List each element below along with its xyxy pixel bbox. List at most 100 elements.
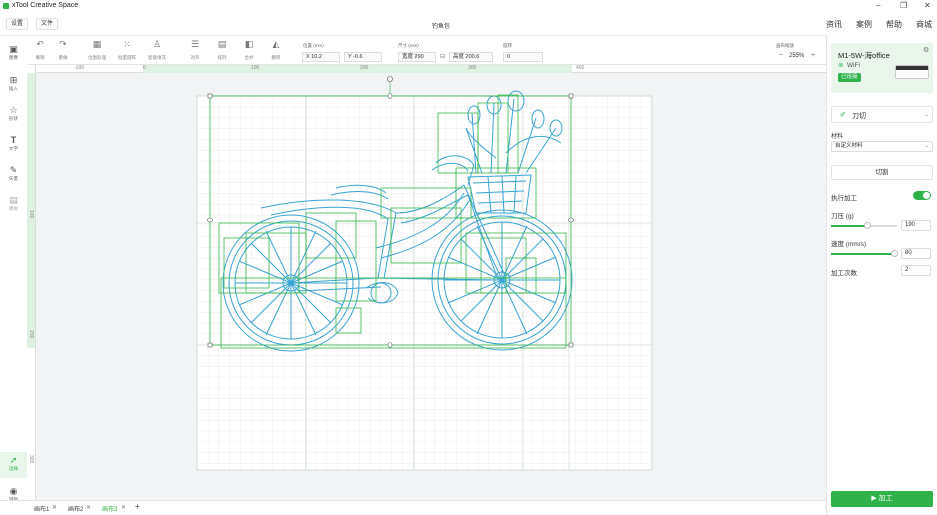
cut-tab[interactable]: 切割	[831, 165, 933, 180]
lock-ratio-icon[interactable]: ⊟	[440, 53, 445, 60]
device-name: M1-5W-海office	[838, 51, 890, 60]
resize-handle-tl[interactable]	[207, 93, 213, 99]
settings-gear-icon[interactable]: ⚙	[923, 46, 929, 54]
resize-handle-r[interactable]	[568, 217, 574, 223]
resize-handle-b[interactable]	[387, 342, 393, 348]
rotate-label: 旋转	[503, 43, 512, 48]
left-toolbar: ▣ 图像 ⊞ 插入 ☆ 形状 T 文字 ✎ 矢量 ▤ 模板 ➚ 选择 ◉ 辅助	[0, 40, 27, 510]
arrange-button[interactable]: ▤ 排列	[211, 40, 233, 61]
resize-handle-bl[interactable]	[207, 342, 213, 348]
speed-slider[interactable]	[831, 250, 898, 257]
minimize-icon[interactable]: –	[876, 1, 880, 10]
close-icon[interactable]: ✕	[86, 504, 91, 511]
person-icon: ♙	[152, 39, 162, 49]
tab-canvas-1[interactable]: 画布1	[34, 504, 49, 513]
material-label: 材料	[831, 134, 844, 140]
nav-cases[interactable]: 案例	[856, 19, 872, 30]
redo-button[interactable]: ↷ 重做	[52, 40, 74, 61]
app-logo-icon	[3, 3, 9, 9]
resize-handle-br[interactable]	[568, 342, 574, 348]
device-card[interactable]: M1-5W-海office ⚙ ⊚ WiFi 已连接	[831, 43, 933, 93]
zoom-in-button[interactable]: +	[811, 52, 815, 59]
process-button[interactable]: ▶ 加工	[831, 491, 933, 507]
nav-help[interactable]: 帮助	[886, 19, 902, 30]
tool-insert[interactable]: ⊞ 插入	[0, 75, 27, 92]
horizontal-ruler: -100 0 100 200 300 400	[36, 65, 826, 73]
nav-store[interactable]: 商城	[916, 19, 932, 30]
add-tab-button[interactable]: +	[135, 502, 140, 511]
app-title: xTool Creative Space	[12, 2, 79, 9]
position-label: 位置 (mm)	[303, 43, 324, 48]
work-canvas[interactable]	[36, 73, 826, 500]
redo-icon: ↷	[59, 39, 67, 49]
x-position-input[interactable]: X 10.2	[302, 52, 340, 62]
resize-handle-t[interactable]	[387, 93, 393, 99]
tool-shape[interactable]: ☆ 形状	[0, 105, 27, 122]
chevron-down-icon: ⌄	[924, 143, 930, 149]
machine-image	[895, 65, 929, 79]
nav-news[interactable]: 资讯	[826, 19, 842, 30]
execute-label: 执行加工	[831, 195, 857, 202]
settings-button[interactable]: 设置	[6, 18, 29, 30]
combine-button[interactable]: ◧ 合并	[238, 40, 260, 61]
passes-input[interactable]: 2	[901, 265, 931, 276]
undo-button[interactable]: ↶ 撤销	[29, 40, 51, 61]
speed-label: 速度 (mm/s)	[831, 241, 867, 248]
size-label: 尺寸 (mm)	[398, 43, 419, 48]
canvas-area[interactable]	[36, 73, 826, 500]
close-icon[interactable]: ✕	[121, 504, 126, 511]
flip-icon: ◭	[272, 39, 280, 49]
bitmap-button[interactable]: ▦ 位图处理	[86, 40, 108, 61]
star-icon: ☆	[9, 105, 18, 115]
insert-icon: ⊞	[9, 75, 18, 85]
combine-icon: ◧	[244, 39, 254, 49]
height-input[interactable]: 高度 200.6	[449, 52, 493, 62]
close-icon[interactable]: ✕	[52, 504, 57, 511]
batch-button[interactable]: ⁙ 批量圆阵	[116, 40, 138, 61]
material-select[interactable]: 自定义材料 ⌄	[831, 141, 933, 152]
smart-fill-button[interactable]: ♙ 智能填充	[146, 40, 168, 61]
tab-canvas-2[interactable]: 画布2	[68, 504, 83, 513]
resize-handle-tr[interactable]	[568, 93, 574, 99]
zoom-value: 255%	[789, 53, 805, 59]
tool-text[interactable]: T 文字	[0, 135, 27, 152]
tool-template[interactable]: ▤ 模板	[0, 195, 27, 212]
pen-icon: ✎	[9, 165, 18, 175]
align-icon: ☰	[190, 39, 200, 49]
pressure-slider[interactable]	[831, 222, 897, 229]
flip-button[interactable]: ◭ 翻转	[265, 40, 287, 61]
close-icon[interactable]: ✕	[924, 1, 931, 10]
zoom-out-button[interactable]: −	[779, 52, 783, 59]
pressure-slider-handle[interactable]	[864, 222, 871, 229]
canvas-tabs: 画布1 ✕ 画布2 ✕ 画布3 ✕ +	[0, 500, 826, 515]
tool-select[interactable]: ➚ 选择	[0, 452, 27, 478]
grid-icon: ⁙	[123, 39, 131, 49]
y-position-input[interactable]: Y -0.6	[344, 52, 382, 62]
speed-slider-handle[interactable]	[891, 250, 898, 257]
assist-icon: ◉	[9, 486, 18, 496]
image-icon: ▣	[9, 44, 18, 54]
tool-vector[interactable]: ✎ 矢量	[0, 165, 27, 182]
file-button[interactable]: 文件	[36, 18, 59, 30]
pressure-label: 刀压 (g)	[831, 213, 854, 220]
tab-canvas-3[interactable]: 画布3	[102, 504, 117, 513]
connection-type: WiFi	[847, 62, 860, 69]
play-icon: ▶	[871, 495, 877, 502]
wifi-icon: ⊚	[838, 62, 844, 69]
tool-image[interactable]: ▣ 图像	[0, 44, 27, 61]
execute-toggle[interactable]	[913, 191, 931, 200]
align-button[interactable]: ☰ 对齐	[184, 40, 206, 61]
cursor-icon: ➚	[9, 455, 18, 465]
undo-icon: ↶	[36, 39, 44, 49]
resize-handle-l[interactable]	[207, 217, 213, 223]
rotate-handle[interactable]	[387, 76, 393, 82]
width-input[interactable]: 宽度 290	[398, 52, 436, 62]
maximize-icon[interactable]: ❐	[900, 1, 907, 10]
rotate-input[interactable]: 0	[503, 52, 543, 62]
knife-icon: ✐	[840, 112, 846, 119]
process-mode-select[interactable]: ✐ 刀切 ⌄	[831, 106, 933, 123]
status-badge: 已连接	[838, 73, 861, 82]
speed-input[interactable]: 80	[901, 248, 931, 259]
pressure-input[interactable]: 190	[901, 220, 931, 231]
bitmap-icon: ▦	[92, 39, 102, 49]
